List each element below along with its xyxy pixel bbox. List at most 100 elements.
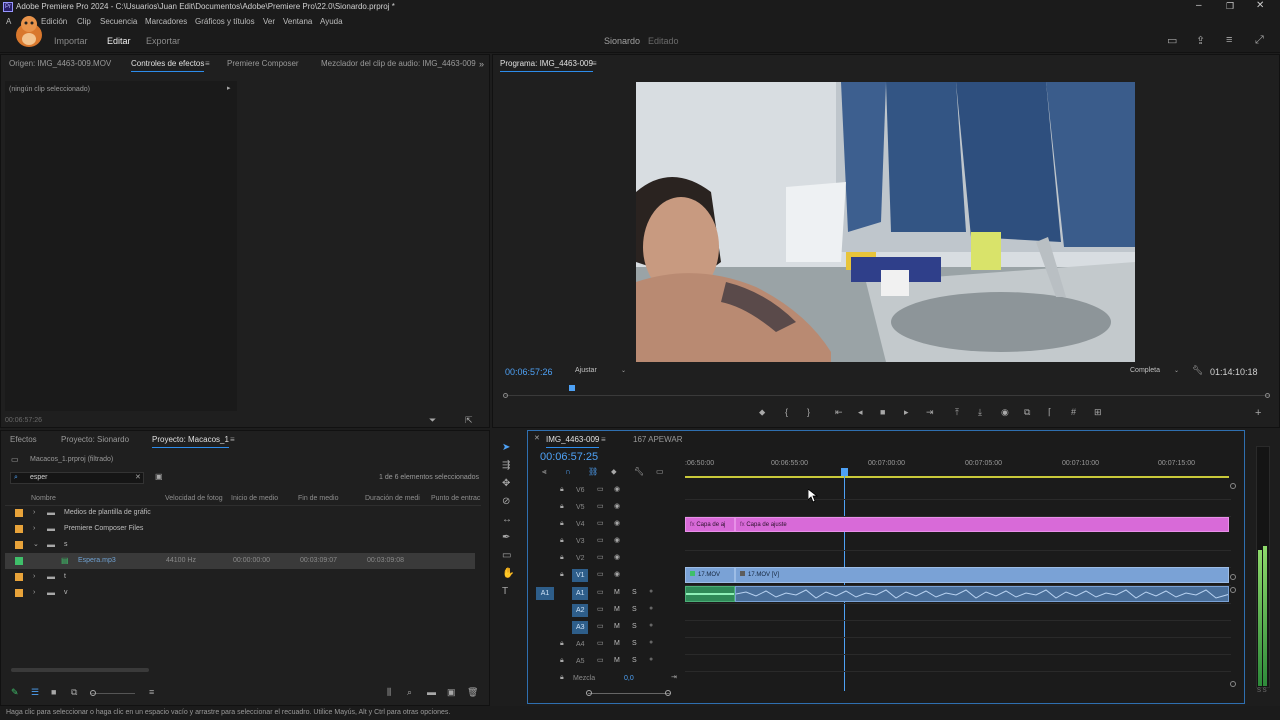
fullscreen-icon[interactable]: ⤢ (1255, 34, 1264, 47)
quality-dropdown[interactable]: Completa ⌄ (1130, 367, 1184, 378)
track-select-icon[interactable]: ⇶ (502, 460, 510, 471)
sync-lock-icon[interactable]: ▭ (597, 502, 604, 510)
playhead-handle[interactable] (841, 468, 848, 476)
close-button[interactable]: ✕ (1256, 0, 1270, 11)
add-button-icon[interactable]: + (1255, 407, 1261, 419)
chevron-right-icon[interactable]: › (33, 585, 35, 601)
trash-icon[interactable]: 🗑︎ (467, 687, 478, 698)
mic-icon[interactable]: ● (649, 605, 653, 612)
maximize-button[interactable]: ❐ (1226, 1, 1240, 12)
mark-out-icon[interactable]: } (807, 407, 810, 417)
nest-icon[interactable]: ⫷ (542, 467, 547, 477)
chevron-right-icon[interactable]: › (33, 521, 35, 537)
timeline-timecode[interactable]: 00:06:57:25 (540, 451, 598, 463)
lock-icon[interactable]: 🔒︎ (560, 657, 564, 665)
lock-icon[interactable]: 🔒︎ (560, 640, 564, 648)
snap-icon[interactable]: ∩ (565, 467, 571, 476)
search-box[interactable]: ⌕ esper ✕ (10, 472, 144, 484)
find-icon[interactable]: ⌕ (407, 687, 412, 698)
share-icon[interactable]: ⇪ (1196, 34, 1205, 47)
icon-view-icon[interactable]: ■ (51, 687, 56, 697)
list-item-selected[interactable]: ▤ Espera.mp3 44100 Hz 00:00:00:00 00:03:… (5, 553, 475, 569)
menu-lines-icon[interactable]: ≡ (1226, 34, 1232, 46)
pencil-icon[interactable]: ✎ (11, 687, 19, 698)
lock-icon[interactable]: 🔒︎ (560, 537, 564, 545)
list-item[interactable]: › ▬ t (5, 569, 475, 585)
zoom-right-handle[interactable] (665, 690, 671, 696)
mute-button[interactable]: M (614, 606, 620, 613)
export-frame-icon[interactable]: ◉ (1001, 407, 1009, 418)
minimize-button[interactable]: – (1196, 0, 1210, 11)
new-bin-icon[interactable]: ▬ (427, 687, 436, 697)
chevron-right-icon[interactable]: › (33, 505, 35, 521)
lift-icon[interactable]: ⤒ (955, 407, 959, 418)
sync-lock-icon[interactable]: ▭ (597, 570, 604, 578)
track-scroll-handle[interactable] (1230, 483, 1236, 489)
eye-icon[interactable]: ◉ (614, 519, 620, 527)
list-view-icon[interactable]: ☰ (31, 687, 39, 698)
tab-sequence-apewar[interactable]: 167 APEWAR (633, 431, 683, 449)
source-patch-a1[interactable]: A1 (536, 587, 554, 600)
track-scroll-handle[interactable] (1230, 681, 1236, 687)
mute-button[interactable]: M (614, 589, 620, 596)
clip-adjustment-2[interactable]: fx Capa de ajuste (735, 517, 1229, 532)
more-tabs-icon[interactable]: » (479, 59, 484, 69)
horizontal-scrollbar[interactable] (11, 668, 149, 672)
sync-lock-icon[interactable]: ▭ (597, 588, 604, 596)
sync-lock-icon[interactable]: ▭ (597, 536, 604, 544)
clip-adjustment-1[interactable]: fx Capa de aj (685, 517, 735, 532)
col-inicio[interactable]: Inicio de medio (231, 492, 293, 506)
panel-menu-icon[interactable]: ≡ (230, 435, 235, 444)
go-to-out-icon[interactable]: ⇥ (926, 407, 934, 418)
audio-clip-a1-b[interactable] (735, 586, 1229, 602)
panel-menu-icon[interactable]: ≡ (205, 59, 210, 68)
eye-icon[interactable]: ◉ (614, 536, 620, 544)
sync-lock-icon[interactable]: ▭ (597, 485, 604, 493)
program-timecode[interactable]: 00:06:57:26 (505, 367, 553, 377)
menu-clip[interactable]: Clip (77, 17, 91, 26)
clip-v1-b[interactable]: 17.MOV [V] (735, 567, 1229, 583)
new-item-icon[interactable]: ▣ (447, 687, 456, 698)
tab-source[interactable]: Origen: IMG_4463-009.MOV (9, 55, 111, 73)
col-nombre[interactable]: Nombre (31, 492, 151, 506)
menu-secuencia[interactable]: Secuencia (100, 17, 137, 26)
linked-selection-icon[interactable]: ⛓ (588, 467, 598, 476)
captions-icon[interactable]: ▭ (656, 467, 664, 476)
grid-icon[interactable]: # (1071, 407, 1076, 417)
zoom-slider-handle[interactable] (90, 690, 96, 696)
time-ruler[interactable]: :06:50:00 00:06:55:00 00:07:00:00 00:07:… (685, 456, 1231, 478)
sort-icon[interactable]: ≡ (149, 687, 154, 697)
mix-value[interactable]: 0,0 (624, 675, 634, 682)
mic-icon[interactable]: ● (649, 639, 653, 646)
pen-tool-icon[interactable]: ✒ (502, 532, 510, 543)
sync-lock-icon[interactable]: ▭ (597, 639, 604, 647)
lock-icon[interactable]: 🔒︎ (560, 486, 564, 494)
settings-wrench-icon[interactable]: 🔧︎ (634, 467, 644, 476)
program-scrubber[interactable] (503, 385, 1270, 399)
lock-icon[interactable]: 🔒︎ (560, 520, 564, 528)
zoom-left-handle[interactable] (586, 690, 592, 696)
solo-button[interactable]: S (632, 640, 637, 647)
mark-in-icon[interactable]: { (785, 407, 788, 417)
stop-icon[interactable]: ■ (880, 407, 885, 417)
program-menu-icon[interactable]: ≡ (592, 59, 597, 68)
step-forward-icon[interactable]: ▸ (904, 407, 909, 418)
solo-button[interactable]: S (632, 606, 637, 613)
lock-icon[interactable]: 🔒︎ (560, 554, 564, 562)
sync-lock-icon[interactable]: ▭ (597, 656, 604, 664)
razor-tool-icon[interactable]: ⊘ (502, 496, 510, 507)
panel-menu-icon[interactable]: ≡ (601, 435, 606, 444)
track-scroll-handle[interactable] (1230, 587, 1236, 593)
tab-efectos[interactable]: Efectos (10, 431, 37, 449)
list-item[interactable]: › ▬ Premiere Composer Files (5, 521, 475, 537)
mute-button[interactable]: M (614, 623, 620, 630)
mic-icon[interactable]: ● (649, 656, 653, 663)
menu-ventana[interactable]: Ventana (283, 17, 312, 26)
sync-lock-icon[interactable]: ▭ (597, 622, 604, 630)
col-velocidad[interactable]: Velocidad de fotog (165, 492, 227, 506)
add-marker-icon[interactable]: ⬥ (611, 467, 617, 477)
menu-graficos[interactable]: Gráficos y títulos (195, 17, 255, 26)
filter-icon[interactable]: ⏷ (429, 415, 436, 426)
new-bin-icon[interactable]: ▣ (155, 472, 163, 481)
list-item[interactable]: › ▬ Medios de plantilla de gráfic (5, 505, 475, 521)
